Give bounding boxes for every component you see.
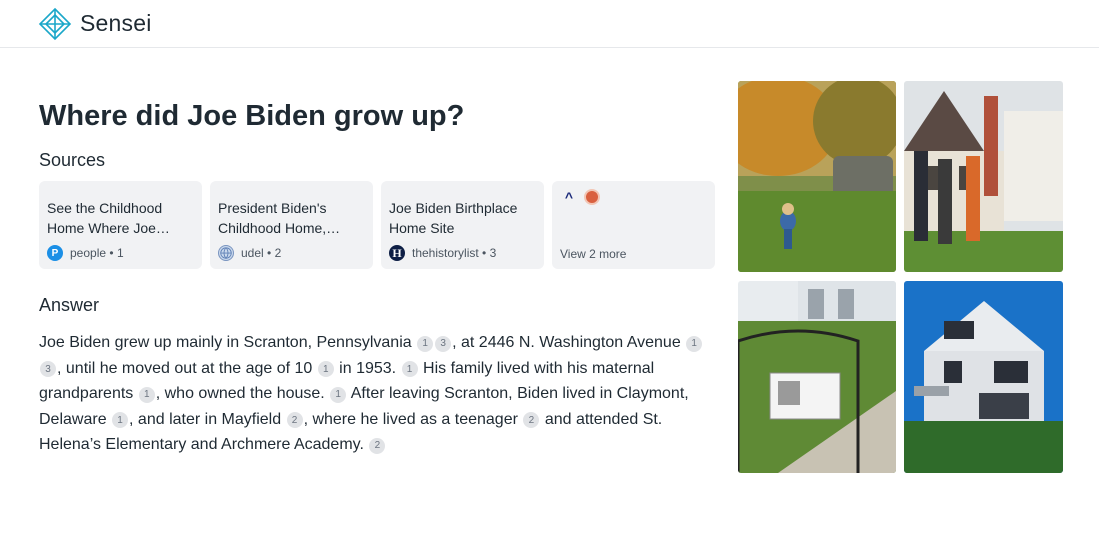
source-separator: • xyxy=(109,246,114,260)
view-more-label: View 2 more xyxy=(560,247,627,261)
citation-badge[interactable]: 1 xyxy=(138,386,155,403)
source-separator: • xyxy=(482,246,487,260)
citation-badge[interactable]: 3 xyxy=(435,335,452,352)
source-index: 3 xyxy=(489,246,497,260)
source-card-thehistorylist[interactable]: Joe Biden Birthplace Home Site H thehist… xyxy=(381,181,544,269)
source-index: 1 xyxy=(116,246,124,260)
source-meta: P people • 1 xyxy=(47,245,124,261)
answer-segment: , at 2446 N. Washington Avenue xyxy=(452,334,686,351)
more-sources-icons: ^ xyxy=(562,189,607,205)
sensei-logo-icon[interactable] xyxy=(38,7,72,41)
app-name[interactable]: Sensei xyxy=(80,10,152,37)
caret-up-icon: ^ xyxy=(564,189,574,205)
sources-list: See the Childhood Home Where Joe… P peop… xyxy=(39,181,715,269)
citation-badge[interactable]: 1 xyxy=(417,335,434,352)
source-site: thehistorylist xyxy=(412,246,479,260)
answer-segment: , who owned the house. xyxy=(155,385,330,402)
citation-badge[interactable]: 2 xyxy=(369,437,386,454)
citation-badge[interactable]: 2 xyxy=(523,412,540,429)
source-title: Joe Biden Birthplace Home Site xyxy=(389,200,518,236)
plaque-and-steps-image[interactable] xyxy=(738,281,896,473)
people-favicon-icon: P xyxy=(47,245,63,261)
family-at-house-image[interactable] xyxy=(904,81,1063,272)
top-bar: Sensei xyxy=(0,0,1099,48)
answer-heading: Answer xyxy=(39,295,100,315)
citation-badge[interactable]: 1 xyxy=(686,335,703,352)
source-meta: H thehistorylist • 3 xyxy=(389,245,496,261)
source-site: people xyxy=(70,246,107,260)
image-gallery xyxy=(738,81,1063,473)
source-meta: udel • 2 xyxy=(218,245,281,261)
source-title: See the Childhood Home Where Joe… xyxy=(47,200,170,236)
source-index: 2 xyxy=(274,246,282,260)
citation-badge[interactable]: 2 xyxy=(286,412,303,429)
answer-text: Joe Biden grew up mainly in Scranton, Pe… xyxy=(39,330,715,458)
history-favicon-icon: H xyxy=(389,245,405,261)
citation-badge[interactable]: 3 xyxy=(40,361,56,378)
source-separator: • xyxy=(267,246,272,260)
citation-badge[interactable]: 1 xyxy=(317,361,334,378)
answer-segment: Joe Biden grew up mainly in Scranton, Pe… xyxy=(39,334,417,351)
globe-favicon-icon xyxy=(218,245,234,261)
answer-segment: , and later in Mayfield xyxy=(129,410,286,428)
main-content: Where did Joe Biden grow up? Sources See… xyxy=(39,82,715,474)
source-card-people[interactable]: See the Childhood Home Where Joe… P peop… xyxy=(39,181,202,269)
sources-heading: Sources xyxy=(39,150,106,170)
answer-segment: in 1953. xyxy=(334,359,401,377)
view-more-sources-card[interactable]: ^ View 2 more xyxy=(552,181,715,269)
answer-segment: , where he lived as a teenager xyxy=(303,410,523,428)
avatar-favicon-icon xyxy=(584,189,600,205)
citation-badge[interactable]: 1 xyxy=(330,386,347,403)
child-on-lawn-image[interactable] xyxy=(738,81,896,272)
answer-segment: , until he moved out at the age of 10 xyxy=(57,359,317,377)
citation-badge[interactable]: 1 xyxy=(401,361,418,378)
citation-badge[interactable]: 1 xyxy=(112,412,129,429)
blue-sky-house-image[interactable] xyxy=(904,281,1063,473)
source-card-udel[interactable]: President Biden's Childhood Home,… udel … xyxy=(210,181,373,269)
source-site: udel xyxy=(241,246,264,260)
query-title: Where did Joe Biden grow up? xyxy=(39,100,465,132)
source-title: President Biden's Childhood Home,… xyxy=(218,200,341,236)
